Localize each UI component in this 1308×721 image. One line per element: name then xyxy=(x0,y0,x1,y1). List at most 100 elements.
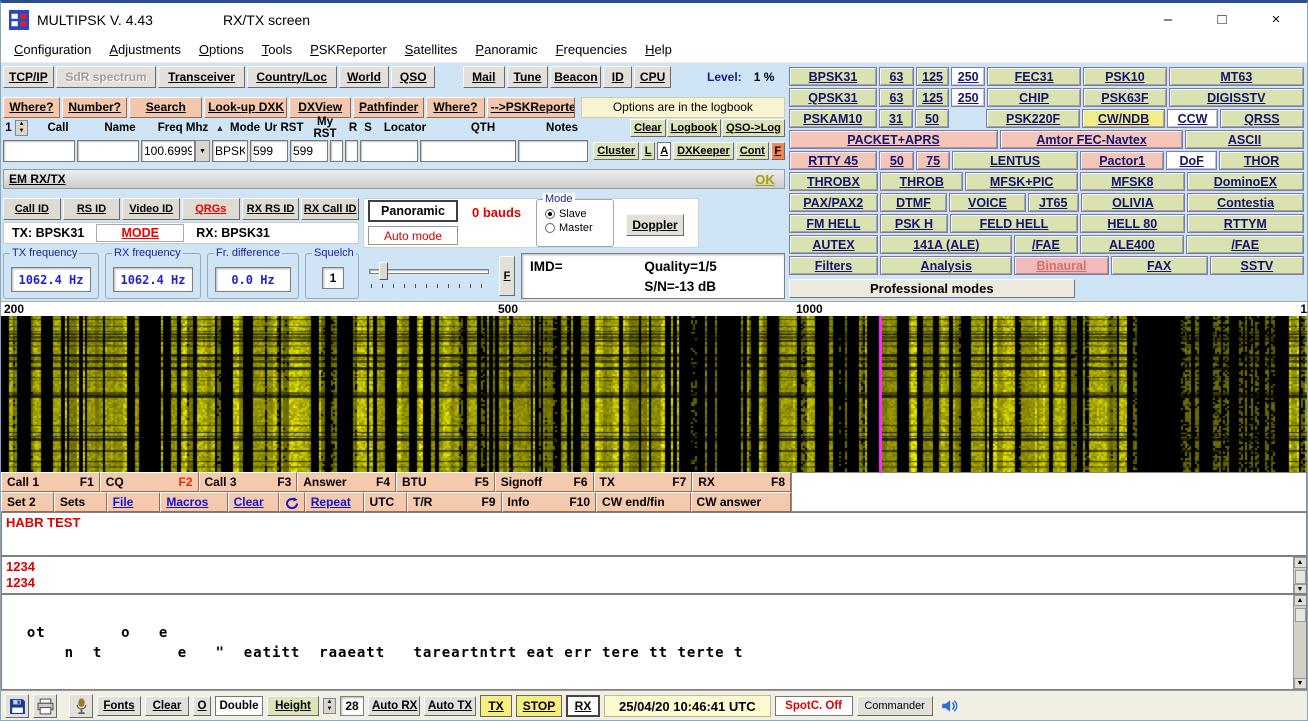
menu-item[interactable]: Options xyxy=(190,39,253,60)
mode-select-button[interactable]: ASCII xyxy=(1185,130,1304,149)
macro-control-button[interactable]: Macros xyxy=(160,492,228,512)
mode-select-button[interactable]: LENTUS xyxy=(951,151,1079,170)
mode-select-button[interactable]: RTTY 45 xyxy=(788,151,878,170)
maximize-button[interactable]: □ xyxy=(1199,11,1245,28)
toolbar-button[interactable]: Tune xyxy=(506,65,549,88)
spotc-button[interactable]: SpotC. Off xyxy=(774,696,853,716)
mode-select-button[interactable]: Analysis xyxy=(880,256,1013,275)
id-button[interactable]: Call ID xyxy=(3,198,61,220)
fonts-button[interactable]: Fonts xyxy=(97,696,141,716)
menu-item[interactable]: Tools xyxy=(253,39,301,60)
toolbar-button[interactable]: QSO xyxy=(391,65,436,88)
mode-select-button[interactable]: Filters xyxy=(788,256,879,275)
mode-select-button[interactable]: PSK63F xyxy=(1083,88,1167,107)
r-input[interactable] xyxy=(330,140,343,162)
commander-button[interactable]: Commander xyxy=(856,696,933,716)
toolbar-button[interactable]: SdR spectrum xyxy=(55,65,157,88)
mode-select-button[interactable]: VOICE xyxy=(949,193,1026,212)
id-button[interactable]: Video ID xyxy=(122,198,181,220)
s-input[interactable] xyxy=(345,140,358,162)
f-button-small[interactable]: F xyxy=(770,142,785,160)
scroll-up-icon[interactable]: ▲ xyxy=(1293,557,1306,568)
my-rst-input[interactable] xyxy=(290,140,328,162)
mode-select-button[interactable]: FAX xyxy=(1110,256,1208,275)
ok-indicator[interactable]: OK xyxy=(755,172,775,187)
speaker-icon[interactable] xyxy=(937,694,961,718)
mode-select-button[interactable]: RTTYM xyxy=(1186,214,1304,233)
freq-dropdown-button[interactable]: ▼ xyxy=(195,140,210,162)
tx-buffer-2[interactable]: 1234 1234 ▲ ▼ xyxy=(1,556,1307,594)
doppler-button[interactable]: Doppler xyxy=(626,214,684,236)
waterfall-display[interactable] xyxy=(1,316,1307,472)
scroll-up-icon[interactable]: ▲ xyxy=(1293,595,1306,606)
macro-control-button[interactable]: Set 2 xyxy=(1,492,54,512)
macro-button[interactable]: Signoff F6 xyxy=(494,472,594,492)
notes-input[interactable] xyxy=(518,140,588,162)
mode-select-button[interactable]: MT63 xyxy=(1168,67,1304,86)
mode-select-button[interactable]: 50 xyxy=(879,151,915,170)
toolbar-button[interactable]: Mail xyxy=(463,65,505,88)
rx-text-area[interactable]: ot o e n t e " eatitt raaeatt tareartntr… xyxy=(1,594,1307,690)
toolbar-button[interactable]: Transceiver xyxy=(158,65,245,88)
mode-select-button[interactable]: BPSK31 xyxy=(788,67,878,86)
locator-input[interactable] xyxy=(360,140,418,162)
column-header-s[interactable]: S xyxy=(361,122,375,134)
mode-select-button[interactable]: 125 xyxy=(915,67,950,86)
mode-select-button[interactable]: 31 xyxy=(878,109,914,128)
mode-select-button[interactable]: Binaural xyxy=(1014,256,1109,275)
dxkeeper-button[interactable]: DXKeeper xyxy=(673,142,734,160)
microphone-icon[interactable] xyxy=(69,694,93,718)
name-input[interactable] xyxy=(77,140,139,162)
height-button[interactable]: Height xyxy=(267,696,319,716)
clear-rx-button[interactable]: Clear xyxy=(145,696,189,716)
lookup-button[interactable]: -->PSKReporter xyxy=(486,96,576,118)
column-header-mode[interactable]: Mode xyxy=(227,122,263,134)
qth-input[interactable] xyxy=(420,140,516,162)
menu-item[interactable]: Panoramic xyxy=(466,39,546,60)
toolbar-button[interactable]: Country/Loc xyxy=(246,65,337,88)
auto-mode-button[interactable]: Auto mode xyxy=(368,226,458,245)
lookup-button[interactable]: Search xyxy=(129,96,203,118)
column-header-qth[interactable]: QTH xyxy=(435,122,531,134)
mode-select-button[interactable]: 250 xyxy=(951,67,986,86)
mode-select-button[interactable]: OLIVIA xyxy=(1080,193,1186,212)
lookup-button[interactable]: Number? xyxy=(61,96,128,118)
auto-rx-button[interactable]: Auto RX xyxy=(368,696,420,716)
macro-control-button[interactable]: Sets xyxy=(53,492,107,512)
mode-select-button[interactable]: DTMF xyxy=(879,193,948,212)
mode-select-button[interactable]: FEC31 xyxy=(987,67,1082,86)
mode-select-button[interactable]: DIGISSTV xyxy=(1168,88,1304,107)
mode-select-button[interactable]: SSTV xyxy=(1209,256,1304,275)
save-icon[interactable] xyxy=(5,694,29,718)
print-icon[interactable] xyxy=(33,694,57,718)
mode-select-button[interactable]: ALE400 xyxy=(1079,235,1185,254)
mode-select-button[interactable]: JT65 xyxy=(1027,193,1079,212)
clear-button[interactable]: Clear xyxy=(630,119,666,137)
mode-select-button[interactable]: PAX/PAX2 xyxy=(788,193,878,212)
id-button[interactable]: QRGs xyxy=(182,198,240,220)
macro-control-button[interactable]: UTC xyxy=(363,492,407,512)
slider-thumb[interactable] xyxy=(379,262,388,280)
mode-input[interactable] xyxy=(212,140,248,162)
ur-rst-input[interactable] xyxy=(250,140,288,162)
menu-item[interactable]: Satellites xyxy=(396,39,467,60)
toolbar-button[interactable]: CPU xyxy=(634,65,671,88)
menu-item[interactable]: Frequencies xyxy=(547,39,637,60)
menu-item[interactable]: Help xyxy=(636,39,681,60)
mode-select-button[interactable]: CW/NDB xyxy=(1081,109,1166,128)
macro-button[interactable]: Call 1 F1 xyxy=(1,472,100,492)
minimize-button[interactable]: – xyxy=(1145,11,1191,28)
column-header-call[interactable]: Call xyxy=(29,122,87,134)
mode-select-button[interactable]: THROB xyxy=(880,172,964,191)
frequency-scale[interactable]: 200 500 1000 1 xyxy=(1,301,1307,316)
mode-select-button[interactable]: CHIP xyxy=(987,88,1082,107)
mode-select-button[interactable]: QRSS xyxy=(1219,109,1304,128)
lookup-button[interactable]: DXView xyxy=(289,96,352,118)
auto-tx-button[interactable]: Auto TX xyxy=(424,696,476,716)
mode-select-button[interactable]: DominoEX xyxy=(1186,172,1304,191)
column-header-my-rst[interactable]: My RST xyxy=(305,116,345,140)
close-button[interactable]: × xyxy=(1253,11,1299,28)
mode-select-button[interactable]: MFSK8 xyxy=(1079,172,1185,191)
mode-select-button[interactable]: THROBX xyxy=(788,172,879,191)
mode-select-button[interactable]: DoF xyxy=(1166,151,1218,170)
